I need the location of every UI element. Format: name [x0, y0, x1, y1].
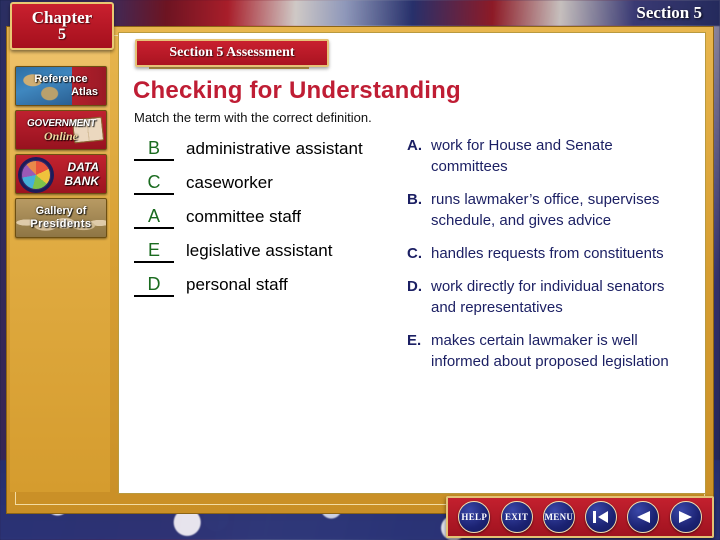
term-row: D personal staff: [134, 273, 399, 297]
term-label: administrative assistant: [186, 139, 363, 158]
definition-row: A. work for House and Senate committees: [407, 135, 692, 177]
sidebar-label-line2: Atlas: [71, 86, 98, 98]
page-title: Checking for Understanding: [133, 77, 461, 104]
sidebar-item-data-bank[interactable]: DATA BANK: [15, 154, 107, 194]
definition-text: handles requests from constituents: [431, 245, 664, 262]
sidebar-item-reference-atlas[interactable]: Reference Atlas: [15, 66, 107, 106]
content-panel: Section 5 Assessment Checking for Unders…: [118, 32, 706, 494]
definition-letter: B.: [407, 191, 422, 208]
term-label: caseworker: [186, 173, 273, 192]
answer-blank[interactable]: D: [134, 273, 174, 297]
sidebar: Reference Atlas GOVERNMENT Online DATA B…: [10, 46, 110, 492]
definition-letter: C.: [407, 245, 422, 262]
menu-button[interactable]: MENU: [542, 501, 575, 533]
sidebar-label-line1: Gallery of: [35, 205, 87, 217]
chapter-tab: Chapter 5: [10, 2, 114, 50]
next-button[interactable]: [669, 501, 702, 533]
answer-blank[interactable]: B: [134, 137, 174, 161]
flag-top-stripe: [105, 0, 720, 26]
first-slide-arrow-icon: [593, 511, 609, 523]
definition-row: C. handles requests from constituents: [407, 243, 692, 264]
sidebar-label-line2: BANK: [64, 174, 99, 188]
sidebar-label-line1: Reference: [34, 73, 88, 85]
term-row: B administrative assistant: [134, 137, 399, 161]
definitions-column: A. work for House and Senate committees …: [407, 135, 692, 384]
exit-button[interactable]: EXIT: [500, 501, 533, 533]
navigation-bar: HELP EXIT MENU: [446, 496, 714, 538]
sidebar-label-line1: DATA: [67, 160, 99, 174]
answer-blank[interactable]: C: [134, 171, 174, 195]
forward-arrow-icon: [678, 511, 692, 523]
definition-row: D. work directly for individual senators…: [407, 276, 692, 318]
section-label: Section 5: [636, 3, 702, 22]
first-slide-button[interactable]: [585, 501, 618, 533]
sidebar-item-government-online[interactable]: GOVERNMENT Online: [15, 110, 107, 150]
definition-row: E. makes certain lawmaker is well inform…: [407, 330, 692, 372]
sidebar-label-line2: Online: [43, 129, 78, 143]
definition-text: work for House and Senate committees: [431, 137, 613, 175]
term-row: A committee staff: [134, 205, 399, 229]
terms-column: B administrative assistant C caseworker …: [134, 137, 399, 307]
slide: Chapter 5 Section 5 Reference Atlas GOVE…: [0, 0, 720, 540]
term-label: personal staff: [186, 275, 288, 294]
instruction-text: Match the term with the correct definiti…: [134, 110, 372, 125]
definition-text: work directly for individual senators an…: [431, 278, 665, 316]
help-button[interactable]: HELP: [458, 501, 491, 533]
definition-letter: A.: [407, 137, 422, 154]
definition-letter: E.: [407, 332, 422, 349]
back-arrow-icon: [637, 511, 651, 523]
sidebar-item-gallery-of-presidents[interactable]: Gallery of Presidents: [15, 198, 107, 238]
definition-text: runs lawmaker’s office, supervises sched…: [431, 191, 660, 229]
term-label: committee staff: [186, 207, 301, 226]
sidebar-label-line2: Presidents: [30, 218, 92, 230]
term-row: E legislative assistant: [134, 239, 399, 263]
sidebar-label-line1: GOVERNMENT: [26, 118, 96, 129]
previous-button[interactable]: [627, 501, 660, 533]
definition-letter: D.: [407, 278, 422, 295]
term-label: legislative assistant: [186, 241, 333, 260]
definition-row: B. runs lawmaker’s office, supervises sc…: [407, 189, 692, 231]
assessment-banner: Section 5 Assessment: [135, 39, 329, 67]
answer-blank[interactable]: E: [134, 239, 174, 263]
chapter-number: 5: [58, 26, 66, 43]
chapter-word: Chapter: [31, 8, 93, 27]
term-row: C caseworker: [134, 171, 399, 195]
answer-blank[interactable]: A: [134, 205, 174, 229]
definition-text: makes certain lawmaker is well informed …: [431, 332, 669, 370]
